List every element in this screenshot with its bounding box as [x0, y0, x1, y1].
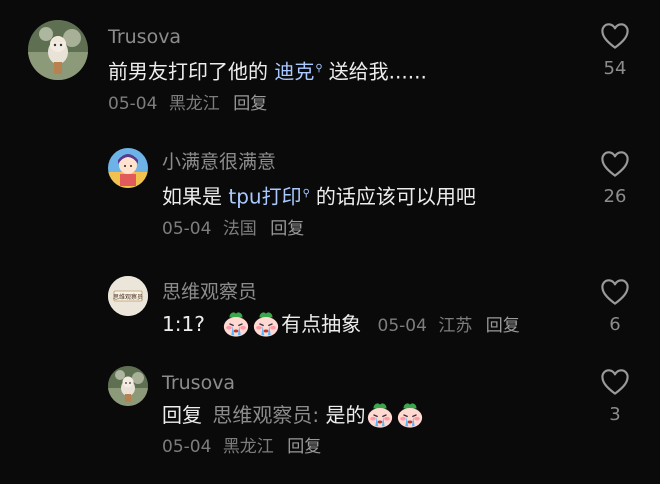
comment-username[interactable]: Trusova — [162, 371, 425, 395]
comment-date: 05-04 — [108, 93, 158, 114]
avatar[interactable] — [28, 20, 88, 80]
comment-meta: 05-04 江苏 回复 — [378, 316, 520, 336]
avatar-image — [28, 20, 88, 80]
avatar[interactable] — [108, 148, 148, 188]
comment-text-before: 如果是 — [162, 184, 229, 209]
like-button[interactable]: 54 — [590, 22, 640, 80]
comment-text: 前男友打印了他的 迪克⚲ 送给我...... — [108, 55, 427, 86]
comment-text: 如果是 tpu打印⚲ 的话应该可以用吧 — [162, 180, 476, 211]
comment-username[interactable]: 小满意很满意 — [162, 150, 476, 174]
avatar-image: 思维观察员 — [108, 276, 148, 316]
comment-meta: 05-04 黑龙江 回复 — [108, 92, 427, 116]
comment-location: 江苏 — [438, 316, 473, 336]
search-icon[interactable]: ⚲ — [315, 55, 322, 83]
comment-text: 1:1? 有点抽象 05-04 江苏 回复 — [162, 310, 520, 340]
crying-emoji-icon — [251, 310, 281, 338]
crying-emoji-icon — [365, 401, 395, 429]
comment-text-after: 有点抽象 — [281, 312, 362, 336]
comment-content: Trusova 回复 思维观察员: 是的 05-04 黑龙江 回复 — [162, 371, 425, 459]
like-button[interactable]: 6 — [590, 278, 640, 336]
comment-text-after: 送给我...... — [328, 59, 427, 84]
search-keyword-link[interactable]: 迪克 — [274, 60, 314, 84]
search-keyword-link[interactable]: tpu打印 — [228, 185, 301, 209]
like-count: 3 — [609, 404, 621, 425]
avatar[interactable]: 思维观察员 — [108, 276, 148, 316]
avatar-image — [108, 148, 148, 188]
crying-emoji-icon — [395, 401, 425, 429]
comment-date: 05-04 — [162, 437, 212, 457]
comment-text-after: 的话应该可以用吧 — [315, 184, 476, 209]
comment-content: 思维观察员 1:1? 有点抽象 05-04 江苏 回复 — [162, 280, 520, 340]
comment-location: 黑龙江 — [222, 437, 274, 457]
like-count: 6 — [609, 314, 621, 335]
comment-meta: 05-04 黑龙江 回复 — [162, 435, 425, 459]
reply-button[interactable]: 回复 — [287, 437, 321, 457]
heart-outline-icon — [600, 22, 630, 50]
search-icon[interactable]: ⚲ — [303, 180, 310, 208]
comment-text-after: 是的 — [325, 403, 366, 427]
reply-target-username[interactable]: 思维观察员: — [212, 403, 319, 427]
heart-outline-icon — [600, 278, 630, 306]
comment-username[interactable]: 思维观察员 — [162, 280, 520, 304]
comment-text-before: 1:1? — [162, 312, 205, 336]
comment-text: 回复 思维观察员: 是的 — [162, 401, 425, 429]
heart-outline-icon — [600, 150, 630, 178]
heart-outline-icon — [600, 368, 630, 396]
comment-location: 法国 — [222, 218, 257, 239]
comment-date: 05-04 — [162, 218, 212, 239]
comment-text-before: 前男友打印了他的 — [108, 59, 275, 84]
like-button[interactable]: 26 — [590, 150, 640, 208]
avatar-image — [108, 366, 148, 406]
comment-username[interactable]: Trusova — [108, 25, 427, 49]
like-count: 54 — [603, 58, 627, 79]
comment-meta: 05-04 法国 回复 — [162, 217, 476, 241]
comment-content: 小满意很满意 如果是 tpu打印⚲ 的话应该可以用吧 05-04 法国 回复 — [162, 150, 476, 241]
like-count: 26 — [603, 186, 627, 207]
avatar-text: 思维观察员 — [113, 293, 143, 301]
crying-emoji-icon — [221, 310, 251, 338]
comment-date: 05-04 — [377, 316, 427, 336]
reply-button[interactable]: 回复 — [270, 219, 304, 239]
reply-prefix: 回复 — [162, 403, 202, 427]
comment-content: Trusova 前男友打印了他的 迪克⚲ 送给我...... 05-04 黑龙江 … — [108, 25, 427, 116]
like-button[interactable]: 3 — [590, 368, 640, 426]
reply-button[interactable]: 回复 — [486, 316, 520, 336]
avatar[interactable] — [108, 366, 148, 406]
reply-button[interactable]: 回复 — [233, 94, 267, 114]
comment-location: 黑龙江 — [168, 93, 220, 114]
